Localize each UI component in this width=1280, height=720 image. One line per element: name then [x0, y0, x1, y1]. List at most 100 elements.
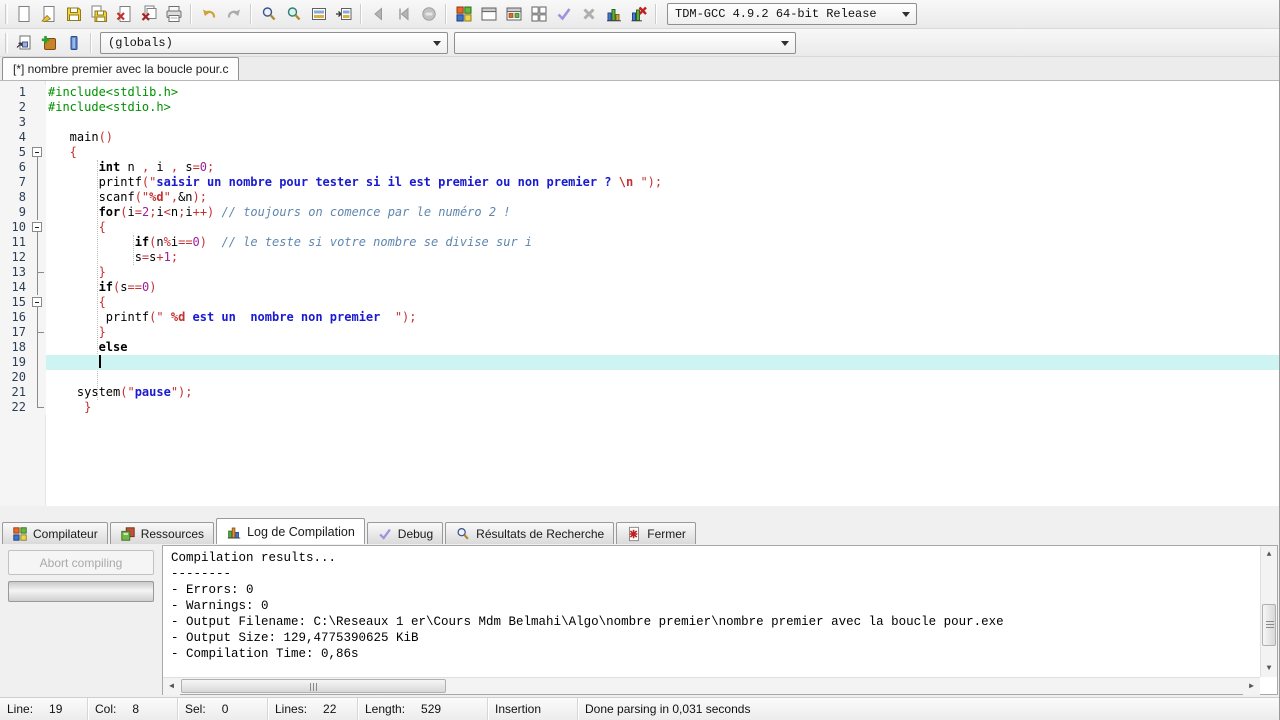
compiler-select[interactable]: TDM-GCC 4.9.2 64-bit Release — [667, 3, 917, 25]
panel-tab-label: Compilateur — [33, 527, 98, 541]
fold-marker — [29, 400, 46, 415]
fold-toggle[interactable] — [29, 295, 46, 310]
code-line[interactable]: 14 if(s==0) — [0, 280, 1279, 295]
add-bookmark-icon — [40, 34, 58, 52]
code-text: else — [46, 340, 1279, 355]
fold-marker — [29, 370, 46, 385]
goto-line-button[interactable] — [306, 2, 331, 26]
code-text: s=s+1; — [46, 250, 1279, 265]
compile-button[interactable] — [451, 2, 476, 26]
code-line[interactable]: 12 s=s+1; — [0, 250, 1279, 265]
panel-tab-log-de-compilation[interactable]: Log de Compilation — [216, 518, 365, 544]
compile-log-panel: Abort compiling Compilation results...--… — [0, 544, 1279, 697]
abort-compilation-button[interactable] — [576, 2, 601, 26]
debug-stop-icon — [420, 5, 438, 23]
class-member-select[interactable] — [454, 32, 796, 54]
code-line[interactable]: 15 { — [0, 295, 1279, 310]
rebuild-all-button[interactable] — [526, 2, 551, 26]
panel-tab-debug[interactable]: Debug — [367, 522, 443, 544]
code-text — [46, 355, 1279, 370]
code-text: } — [46, 265, 1279, 280]
profile-button[interactable] — [601, 2, 626, 26]
close-all-button[interactable] — [136, 2, 161, 26]
code-line[interactable]: 16 printf(" %d est un nombre non premier… — [0, 310, 1279, 325]
code-line[interactable]: 10 { — [0, 220, 1279, 235]
horizontal-scrollbar[interactable]: ◀ ▶ — [163, 677, 1260, 694]
save-all-button[interactable] — [86, 2, 111, 26]
syntax-check-button[interactable] — [551, 2, 576, 26]
toolbar-grip[interactable] — [5, 4, 8, 24]
new-file-button[interactable] — [11, 2, 36, 26]
line-number: 7 — [0, 175, 29, 190]
code-line[interactable]: 5 { — [0, 145, 1279, 160]
globals-select[interactable]: (globals) — [100, 32, 448, 54]
fold-toggle[interactable] — [29, 220, 46, 235]
goto-bookmark-button[interactable] — [61, 31, 86, 55]
code-line[interactable]: 7 printf("saisir un nombre pour tester s… — [0, 175, 1279, 190]
panel-splitter[interactable] — [0, 506, 1279, 518]
code-line[interactable]: 3 — [0, 115, 1279, 130]
code-line[interactable]: 4 main() — [0, 130, 1279, 145]
insert-snippet-button[interactable] — [11, 31, 36, 55]
find-in-files-icon — [285, 5, 303, 23]
find-button[interactable] — [256, 2, 281, 26]
code-editor[interactable]: 1#include<stdlib.h>2#include<stdio.h>34 … — [0, 81, 1279, 506]
open-file-button[interactable] — [36, 2, 61, 26]
line-number: 13 — [0, 265, 29, 280]
goto-bookmark-icon — [65, 34, 83, 52]
line-number: 19 — [0, 355, 29, 370]
line-number: 18 — [0, 340, 29, 355]
panel-tab-label: Log de Compilation — [247, 525, 355, 539]
code-line[interactable]: 19 — [0, 355, 1279, 370]
code-line[interactable]: 13 } — [0, 265, 1279, 280]
scroll-left-arrow-icon[interactable]: ◀ — [163, 678, 180, 695]
panel-tabs: Compilateur Ressources Log de Compilation D… — [0, 518, 1279, 544]
vertical-scrollbar[interactable]: ▲ ▼ — [1260, 546, 1277, 677]
forward-button[interactable] — [391, 2, 416, 26]
close-file-button[interactable] — [111, 2, 136, 26]
save-button[interactable] — [61, 2, 86, 26]
compile-run-button[interactable] — [501, 2, 526, 26]
compile-log-output[interactable]: Compilation results...--------- Errors: … — [162, 545, 1278, 695]
editor-tab-active[interactable]: [*] nombre premier avec la boucle pour.c — [2, 57, 239, 80]
code-line[interactable]: 11 if(n%i==0) // le teste si votre nombr… — [0, 235, 1279, 250]
code-line[interactable]: 21 system("pause"); — [0, 385, 1279, 400]
panel-tab-fermer[interactable]: Fermer — [616, 522, 696, 544]
code-line[interactable]: 9 for(i=2;i<n;i++) // toujours on comenc… — [0, 205, 1279, 220]
redo-button[interactable] — [221, 2, 246, 26]
status-length: Length:529 — [358, 698, 488, 720]
debug-stop-button[interactable] — [416, 2, 441, 26]
scroll-down-arrow-icon[interactable]: ▼ — [1261, 660, 1277, 677]
code-line[interactable]: 17 } — [0, 325, 1279, 340]
scroll-right-arrow-icon[interactable]: ▶ — [1243, 678, 1260, 695]
undo-button[interactable] — [196, 2, 221, 26]
code-line[interactable]: 6 int n , i , s=0; — [0, 160, 1279, 175]
code-line[interactable]: 2#include<stdio.h> — [0, 100, 1279, 115]
horizontal-scrollbar-thumb[interactable] — [181, 679, 446, 693]
goto-function-button[interactable] — [331, 2, 356, 26]
panel-tab-ressources[interactable]: Ressources — [110, 522, 214, 544]
code-line[interactable]: 1#include<stdlib.h> — [0, 85, 1279, 100]
code-line[interactable]: 22 } — [0, 400, 1279, 415]
toolbar-grip[interactable] — [5, 33, 8, 53]
abort-compiling-button[interactable]: Abort compiling — [8, 550, 154, 575]
redo-icon — [225, 5, 243, 23]
status-insert-mode: Insertion — [488, 698, 578, 720]
panel-tab-r-sultats-de-recherche[interactable]: Résultats de Recherche — [445, 522, 614, 544]
back-button[interactable] — [366, 2, 391, 26]
vertical-scrollbar-thumb[interactable] — [1262, 604, 1276, 646]
run-button[interactable] — [476, 2, 501, 26]
delete-profiling-button[interactable] — [626, 2, 651, 26]
code-line[interactable]: 8 scanf("%d",&n); — [0, 190, 1279, 205]
delete-profiling-icon — [630, 5, 648, 23]
fold-toggle[interactable] — [29, 145, 46, 160]
panel-tab-compilateur[interactable]: Compilateur — [2, 522, 108, 544]
code-line[interactable]: 18 else — [0, 340, 1279, 355]
find-in-files-button[interactable] — [281, 2, 306, 26]
line-number: 20 — [0, 370, 29, 385]
code-line[interactable]: 20 — [0, 370, 1279, 385]
print-button[interactable] — [161, 2, 186, 26]
scroll-up-arrow-icon[interactable]: ▲ — [1261, 546, 1277, 563]
add-bookmark-button[interactable] — [36, 31, 61, 55]
toolbar-separator — [90, 33, 92, 53]
